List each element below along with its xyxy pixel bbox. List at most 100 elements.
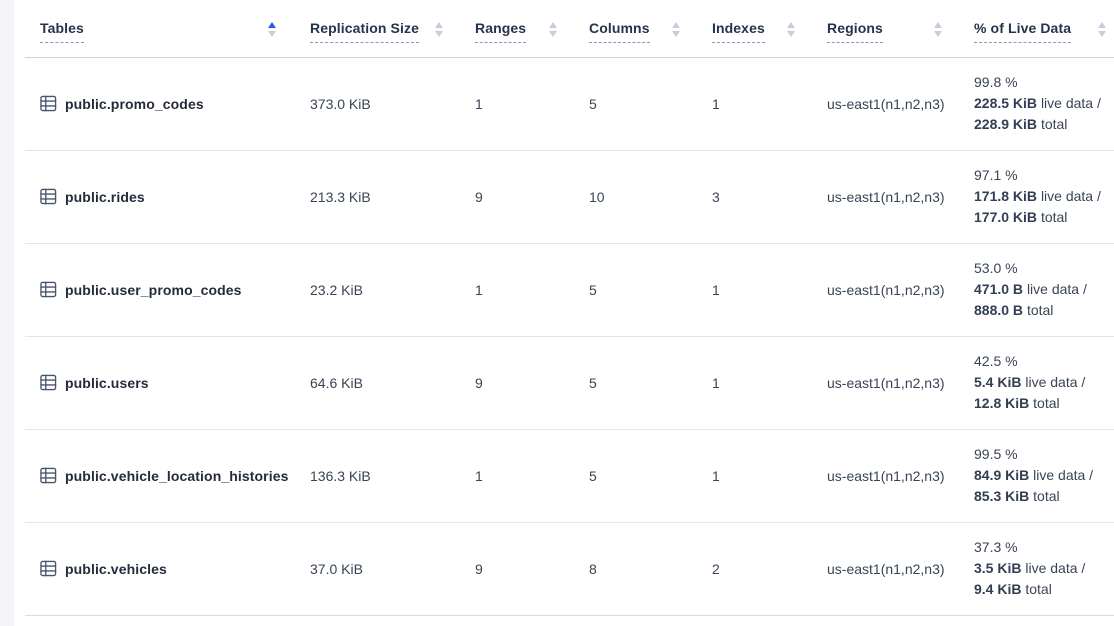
column-header-indexes-label[interactable]: Indexes xyxy=(712,20,765,43)
indexes-cell: 1 xyxy=(702,243,817,336)
column-header-ranges-label[interactable]: Ranges xyxy=(475,20,526,43)
live-data-percent: 99.5 % xyxy=(974,444,1106,465)
regions-cell: us-east1(n1,n2,n3) xyxy=(817,243,964,336)
column-header-columns-label[interactable]: Columns xyxy=(589,20,650,43)
live-data-cell: 99.5 % 84.9 KiB live data / 85.3 KiB tot… xyxy=(964,429,1114,522)
table-name-cell: public.rides xyxy=(25,150,300,243)
total-data-suffix: total xyxy=(1027,302,1053,318)
table-name-cell: public.users xyxy=(25,336,300,429)
sort-icon[interactable] xyxy=(934,22,942,37)
column-header-regions-label[interactable]: Regions xyxy=(827,20,883,43)
table-name-link[interactable]: public.vehicle_location_histories xyxy=(65,468,288,484)
tables-grid: Tables Replication Size Ranges Columns xyxy=(25,0,1114,616)
table-row[interactable]: public.user_promo_codes 23.2 KiB 1 5 1 u… xyxy=(25,243,1114,336)
ranges-cell: 9 xyxy=(465,522,579,615)
sort-icon[interactable] xyxy=(268,22,276,37)
table-name-cell: public.user_promo_codes xyxy=(25,243,300,336)
regions-cell: us-east1(n1,n2,n3) xyxy=(817,150,964,243)
table-icon xyxy=(40,95,57,112)
ranges-cell: 9 xyxy=(465,150,579,243)
sort-desc-arrow xyxy=(549,31,557,37)
indexes-cell: 2 xyxy=(702,522,817,615)
live-data-suffix: live data / xyxy=(1041,95,1101,111)
table-icon xyxy=(40,560,57,577)
sort-asc-arrow xyxy=(549,22,557,28)
table-row[interactable]: public.rides 213.3 KiB 9 10 3 us-east1(n… xyxy=(25,150,1114,243)
column-header-indexes[interactable]: Indexes xyxy=(702,0,817,57)
column-header-ranges[interactable]: Ranges xyxy=(465,0,579,57)
live-data-percent: 37.3 % xyxy=(974,537,1106,558)
sort-icon[interactable] xyxy=(672,22,680,37)
table-body: public.promo_codes 373.0 KiB 1 5 1 us-ea… xyxy=(25,57,1114,615)
column-header-replication-size[interactable]: Replication Size xyxy=(300,0,465,57)
indexes-cell: 1 xyxy=(702,429,817,522)
columns-cell: 10 xyxy=(579,150,702,243)
live-data-size: 5.4 KiB xyxy=(974,374,1021,390)
column-header-regions[interactable]: Regions xyxy=(817,0,964,57)
sort-asc-arrow xyxy=(435,22,443,28)
table-row[interactable]: public.users 64.6 KiB 9 5 1 us-east1(n1,… xyxy=(25,336,1114,429)
total-data-suffix: total xyxy=(1041,116,1067,132)
table-name-cell: public.vehicle_location_histories xyxy=(25,429,300,522)
live-data-suffix: live data / xyxy=(1033,467,1093,483)
live-data-suffix: live data / xyxy=(1027,281,1087,297)
column-header-live-data[interactable]: % of Live Data xyxy=(964,0,1114,57)
sort-desc-arrow xyxy=(268,31,276,37)
table-row[interactable]: public.vehicles 37.0 KiB 9 8 2 us-east1(… xyxy=(25,522,1114,615)
sort-desc-arrow xyxy=(435,31,443,37)
live-data-percent: 97.1 % xyxy=(974,165,1106,186)
live-data-suffix: live data / xyxy=(1025,560,1085,576)
column-header-live-data-label[interactable]: % of Live Data xyxy=(974,20,1071,43)
live-data-percent: 53.0 % xyxy=(974,258,1106,279)
columns-cell: 5 xyxy=(579,429,702,522)
sort-asc-arrow xyxy=(787,22,795,28)
columns-cell: 5 xyxy=(579,57,702,150)
sort-asc-arrow xyxy=(934,22,942,28)
table-row[interactable]: public.vehicle_location_histories 136.3 … xyxy=(25,429,1114,522)
replication-size-cell: 37.0 KiB xyxy=(300,522,465,615)
table-name-cell: public.vehicles xyxy=(25,522,300,615)
column-header-tables[interactable]: Tables xyxy=(25,0,300,57)
sort-icon[interactable] xyxy=(1098,22,1106,37)
sort-icon[interactable] xyxy=(435,22,443,37)
columns-cell: 5 xyxy=(579,336,702,429)
ranges-cell: 1 xyxy=(465,429,579,522)
indexes-cell: 1 xyxy=(702,57,817,150)
indexes-cell: 1 xyxy=(702,336,817,429)
ranges-cell: 1 xyxy=(465,57,579,150)
live-data-size: 171.8 KiB xyxy=(974,188,1037,204)
ranges-cell: 9 xyxy=(465,336,579,429)
regions-cell: us-east1(n1,n2,n3) xyxy=(817,522,964,615)
total-data-size: 177.0 KiB xyxy=(974,209,1037,225)
total-data-suffix: total xyxy=(1033,488,1059,504)
table-name-link[interactable]: public.user_promo_codes xyxy=(65,282,242,298)
live-data-percent: 99.8 % xyxy=(974,72,1106,93)
live-data-suffix: live data / xyxy=(1025,374,1085,390)
table-name-cell: public.promo_codes xyxy=(25,57,300,150)
sort-asc-arrow xyxy=(672,22,680,28)
regions-cell: us-east1(n1,n2,n3) xyxy=(817,57,964,150)
table-name-link[interactable]: public.vehicles xyxy=(65,561,167,577)
total-data-size: 888.0 B xyxy=(974,302,1023,318)
table-icon xyxy=(40,374,57,391)
total-data-suffix: total xyxy=(1025,581,1051,597)
column-header-tables-label[interactable]: Tables xyxy=(40,20,84,43)
table-name-link[interactable]: public.rides xyxy=(65,189,145,205)
table-row[interactable]: public.promo_codes 373.0 KiB 1 5 1 us-ea… xyxy=(25,57,1114,150)
total-data-size: 228.9 KiB xyxy=(974,116,1037,132)
sort-asc-arrow xyxy=(1098,22,1106,28)
table-icon xyxy=(40,467,57,484)
table-name-link[interactable]: public.promo_codes xyxy=(65,96,204,112)
total-data-size: 12.8 KiB xyxy=(974,395,1029,411)
column-header-replication-size-label[interactable]: Replication Size xyxy=(310,20,419,43)
live-data-cell: 53.0 % 471.0 B live data / 888.0 B total xyxy=(964,243,1114,336)
live-data-cell: 37.3 % 3.5 KiB live data / 9.4 KiB total xyxy=(964,522,1114,615)
sort-icon[interactable] xyxy=(787,22,795,37)
regions-cell: us-east1(n1,n2,n3) xyxy=(817,336,964,429)
live-data-size: 84.9 KiB xyxy=(974,467,1029,483)
sort-icon[interactable] xyxy=(549,22,557,37)
column-header-columns[interactable]: Columns xyxy=(579,0,702,57)
total-data-suffix: total xyxy=(1041,209,1067,225)
table-name-link[interactable]: public.users xyxy=(65,375,149,391)
sort-desc-arrow xyxy=(934,31,942,37)
